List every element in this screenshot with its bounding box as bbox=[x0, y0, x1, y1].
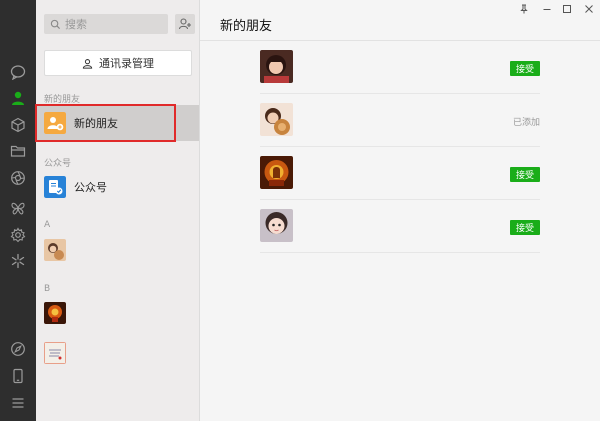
aperture-icon[interactable] bbox=[8, 168, 28, 188]
friend-request-row: 接受 bbox=[260, 41, 540, 94]
official-accounts-label: 公众号 bbox=[74, 181, 107, 194]
accept-button[interactable]: 接受 bbox=[510, 167, 540, 182]
avatar bbox=[44, 239, 66, 261]
contact-item-new-friends[interactable]: 新的朋友 bbox=[36, 105, 199, 141]
folder-icon[interactable] bbox=[8, 141, 28, 161]
butterfly-icon[interactable] bbox=[8, 198, 28, 218]
contact-item[interactable] bbox=[36, 232, 199, 268]
contact-item-official-accounts[interactable]: 公众号 bbox=[36, 169, 199, 205]
section-letter-b: B bbox=[44, 284, 51, 294]
avatar bbox=[44, 302, 66, 324]
avatar bbox=[260, 156, 293, 189]
search-box[interactable] bbox=[44, 14, 168, 34]
contacts-panel: 通讯录管理 新的朋友 新的朋友 公众号 公众号 A B bbox=[36, 0, 200, 421]
new-friend-icon bbox=[44, 112, 66, 134]
contacts-manage-button[interactable]: 通讯录管理 bbox=[44, 50, 192, 76]
contact-item[interactable] bbox=[36, 335, 199, 371]
section-letter-a: A bbox=[44, 220, 51, 230]
accept-button[interactable]: 接受 bbox=[510, 220, 540, 235]
gear-icon[interactable] bbox=[8, 225, 28, 245]
avatar bbox=[260, 103, 293, 136]
cube-icon[interactable] bbox=[8, 115, 28, 135]
phone-icon[interactable] bbox=[8, 366, 28, 386]
add-person-icon bbox=[178, 18, 191, 30]
contacts-manage-label: 通讯录管理 bbox=[99, 57, 154, 70]
person-outline-icon bbox=[82, 58, 93, 69]
maximize-icon[interactable] bbox=[560, 2, 574, 16]
minimize-icon[interactable] bbox=[540, 2, 554, 16]
friend-request-row: 已添加 bbox=[260, 94, 540, 147]
page-title: 新的朋友 bbox=[220, 19, 273, 34]
left-nav-bar bbox=[0, 0, 36, 421]
new-friends-label: 新的朋友 bbox=[74, 117, 118, 130]
person-icon[interactable] bbox=[8, 88, 28, 108]
added-status: 已添加 bbox=[512, 118, 540, 128]
section-new-friends: 新的朋友 bbox=[44, 95, 81, 105]
search-icon bbox=[50, 19, 61, 29]
friend-request-row: 接受 bbox=[260, 200, 540, 253]
section-official-accounts: 公众号 bbox=[44, 159, 72, 169]
close-icon[interactable] bbox=[582, 2, 596, 16]
compass-icon[interactable] bbox=[8, 339, 28, 359]
contact-item[interactable] bbox=[36, 295, 199, 331]
official-account-icon bbox=[44, 176, 66, 198]
avatar bbox=[260, 50, 293, 83]
friend-request-row: 接受 bbox=[260, 147, 540, 200]
hamburger-icon[interactable] bbox=[8, 393, 28, 413]
sparkle-icon[interactable] bbox=[8, 251, 28, 271]
pin-icon[interactable] bbox=[517, 2, 531, 16]
accept-button[interactable]: 接受 bbox=[510, 61, 540, 76]
main-pane: 新的朋友 接受 已添加 接受 接受 bbox=[200, 0, 600, 421]
search-input[interactable] bbox=[65, 17, 165, 31]
avatar bbox=[260, 209, 293, 242]
chat-bubble-icon[interactable] bbox=[8, 62, 28, 82]
avatar bbox=[44, 342, 66, 364]
add-contact-button[interactable] bbox=[175, 14, 195, 34]
